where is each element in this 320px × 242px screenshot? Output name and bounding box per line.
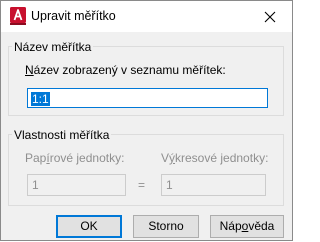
paper-units-label-part1: Pap — [25, 151, 47, 165]
scale-name-label-text: ázev zobrazený v seznamu měřítek: — [33, 63, 226, 77]
title-bar[interactable]: Upravit měřítko — [1, 1, 292, 32]
drawing-units-input[interactable]: 1 — [161, 174, 266, 196]
help-button-label-part1: Náp — [219, 219, 242, 233]
paper-units-label-part2: rové jednotky: — [49, 151, 125, 165]
edit-scale-dialog: Upravit měřítko Název měřítka Název zobr… — [0, 0, 293, 241]
help-button[interactable]: Nápověda — [210, 215, 284, 238]
cancel-button[interactable]: Storno — [133, 215, 199, 238]
window-title: Upravit měřítko — [31, 9, 116, 23]
equals-sign: = — [138, 178, 146, 192]
drawing-units-label: Výkresové jednotky: — [161, 151, 268, 165]
scale-name-group-heading: Název měřítka — [12, 40, 94, 54]
scale-name-input-value: 1:1 — [31, 92, 50, 106]
scale-name-field-label: Název zobrazený v seznamu měřítek: — [25, 63, 226, 77]
scale-properties-group-heading: Vlastnosti měřítka — [12, 128, 112, 142]
drawing-units-label-part1: V — [161, 151, 170, 165]
help-button-label-part2: věda — [248, 219, 275, 233]
paper-units-label: Papírové jednotky: — [25, 151, 124, 165]
scale-name-label-mnemonic: N — [25, 63, 34, 77]
close-icon[interactable] — [257, 6, 283, 28]
drawing-units-label-part2: kresové jednotky: — [175, 151, 269, 165]
paper-units-input[interactable]: 1 — [27, 174, 126, 196]
autocad-app-icon — [10, 7, 26, 25]
ok-button[interactable]: OK — [56, 215, 122, 238]
scale-name-input[interactable]: 1:1 — [27, 88, 268, 108]
